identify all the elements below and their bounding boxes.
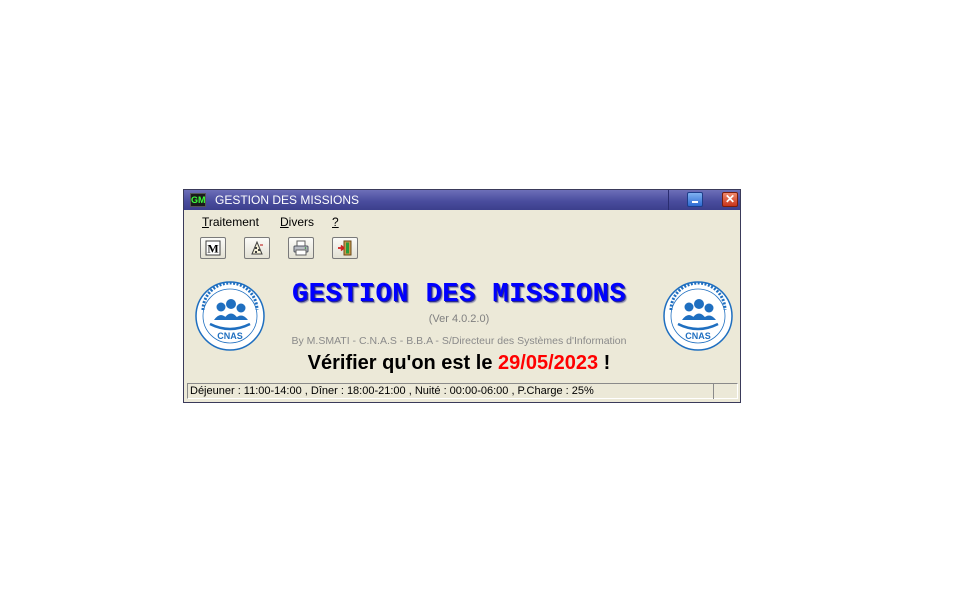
date-check-suffix: !	[598, 352, 611, 374]
exit-door-icon	[338, 240, 352, 256]
status-bar-divider	[713, 383, 714, 399]
menu-traitement-label: raitement	[208, 215, 259, 229]
title-bar[interactable]: GM GESTION DES MISSIONS ✕	[184, 190, 740, 210]
version-label: (Ver 4.0.2.0)	[428, 313, 490, 325]
menu-divers-accel: D	[280, 215, 289, 229]
menu-divers[interactable]: Divers	[280, 215, 314, 229]
app-heading: GESTION DES MISSIONS	[291, 280, 627, 310]
printer-icon	[293, 240, 309, 256]
logo-left-text: CNAS	[217, 331, 243, 341]
title-bar-divider	[668, 190, 669, 210]
app-icon: GM	[190, 193, 206, 207]
minimize-button[interactable]	[687, 192, 703, 207]
missions-button[interactable]: M	[200, 237, 226, 259]
close-button[interactable]: ✕	[722, 192, 738, 207]
menu-divers-label: ivers	[288, 215, 315, 229]
logo-right-text: CNAS	[685, 331, 711, 341]
meal-schedule-status: Déjeuner : 11:00-14:00 , Dîner : 18:00-2…	[190, 385, 594, 397]
menu-help-accel: ?	[332, 215, 339, 229]
calculator-icon	[251, 240, 263, 255]
menu-bar: Traitement Divers ?	[184, 211, 740, 231]
current-date: 29/05/2023	[498, 352, 599, 374]
menu-help[interactable]: ?	[332, 215, 339, 229]
status-bar: Déjeuner : 11:00-14:00 , Dîner : 18:00-2…	[187, 383, 738, 399]
cnas-logo-right: CNAS	[663, 281, 733, 351]
window-title: GESTION DES MISSIONS	[215, 193, 360, 207]
menu-traitement-accel: T	[202, 215, 209, 229]
print-button[interactable]	[288, 237, 314, 259]
author-byline: By M.SMATI - C.N.A.S - B.B.A - S/Directe…	[291, 335, 627, 347]
missions-icon: M	[205, 240, 221, 256]
menu-traitement[interactable]: Traitement	[202, 215, 259, 229]
main-window: GM GESTION DES MISSIONS ✕ Traitement Div…	[183, 189, 741, 403]
missions-icon-glyph: M	[207, 242, 218, 256]
calculator-button[interactable]	[244, 237, 270, 259]
date-check-prefix: Vérifier qu'on est le	[307, 352, 499, 374]
date-check-notice: Vérifier qu'on est le 29/05/2023 !	[244, 352, 674, 375]
cnas-logo-left: CNAS	[195, 281, 265, 351]
exit-button[interactable]	[332, 237, 358, 259]
